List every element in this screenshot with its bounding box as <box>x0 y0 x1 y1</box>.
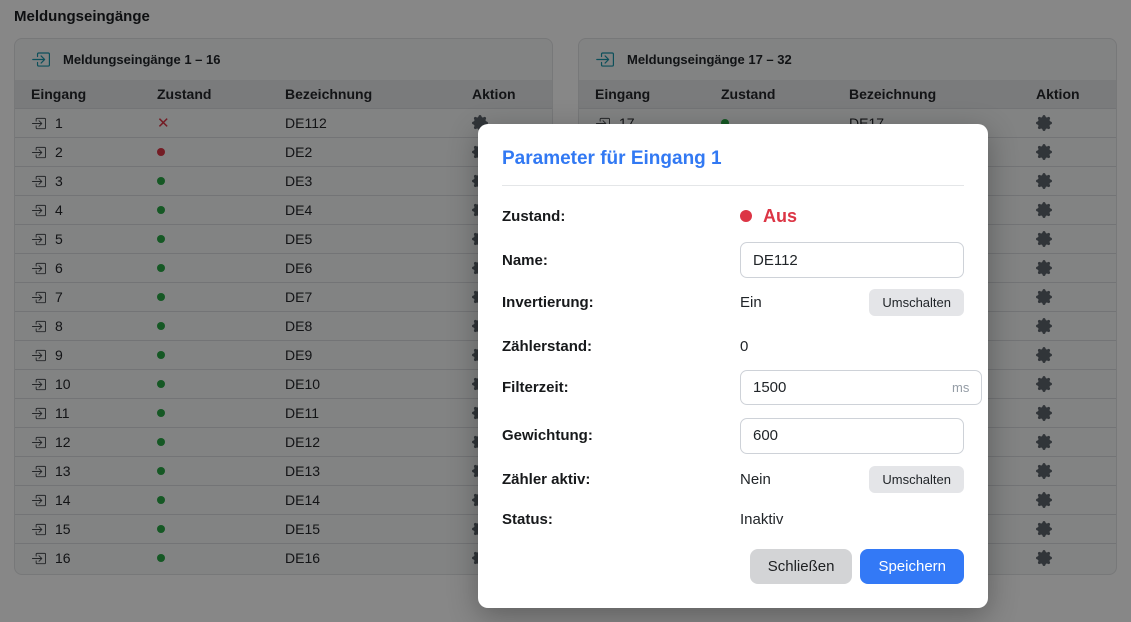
zaehler-aktiv-value: Nein <box>740 471 771 488</box>
unit-suffix: ms <box>952 380 969 395</box>
state-value: Aus <box>740 206 797 227</box>
dialog-footer: Schließen Speichern <box>502 549 964 584</box>
field-row-filterzeit: Filterzeit: ms <box>502 370 964 405</box>
field-row-zustand: Zustand: Aus <box>502 202 964 230</box>
invertierung-toggle-button[interactable]: Umschalten <box>869 289 964 316</box>
state-text: Aus <box>763 206 797 227</box>
zaehlerstand-value: 0 <box>740 338 748 355</box>
field-label: Gewichtung: <box>502 427 740 444</box>
field-label: Invertierung: <box>502 294 740 311</box>
dialog-title: Parameter für Eingang 1 <box>502 148 964 170</box>
field-row-gewichtung: Gewichtung: <box>502 418 964 453</box>
field-label: Zustand: <box>502 208 740 225</box>
field-row-name: Name: <box>502 242 964 278</box>
status-value: Inaktiv <box>740 511 783 528</box>
invertierung-value: Ein <box>740 294 762 311</box>
field-label: Zählerstand: <box>502 338 740 355</box>
field-row-status: Status: Inaktiv <box>502 507 964 531</box>
field-row-zaehlerstand: Zählerstand: 0 <box>502 334 964 358</box>
field-label: Filterzeit: <box>502 379 740 396</box>
field-label: Status: <box>502 511 740 528</box>
filterzeit-input[interactable] <box>753 379 952 396</box>
field-row-zaehler-aktiv: Zähler aktiv: Nein Umschalten <box>502 465 964 493</box>
divider <box>502 185 964 186</box>
red-dot-icon <box>740 210 752 222</box>
filterzeit-input-wrap: ms <box>740 370 982 405</box>
field-label: Name: <box>502 252 740 269</box>
field-label: Zähler aktiv: <box>502 471 740 488</box>
name-input[interactable] <box>740 242 964 278</box>
field-row-invertierung: Invertierung: Ein Umschalten <box>502 288 964 316</box>
parameter-dialog: Parameter für Eingang 1 Zustand: Aus Nam… <box>478 124 988 608</box>
close-button[interactable]: Schließen <box>750 549 853 584</box>
save-button[interactable]: Speichern <box>860 549 964 584</box>
gewichtung-input[interactable] <box>740 418 964 454</box>
zaehler-aktiv-toggle-button[interactable]: Umschalten <box>869 466 964 493</box>
